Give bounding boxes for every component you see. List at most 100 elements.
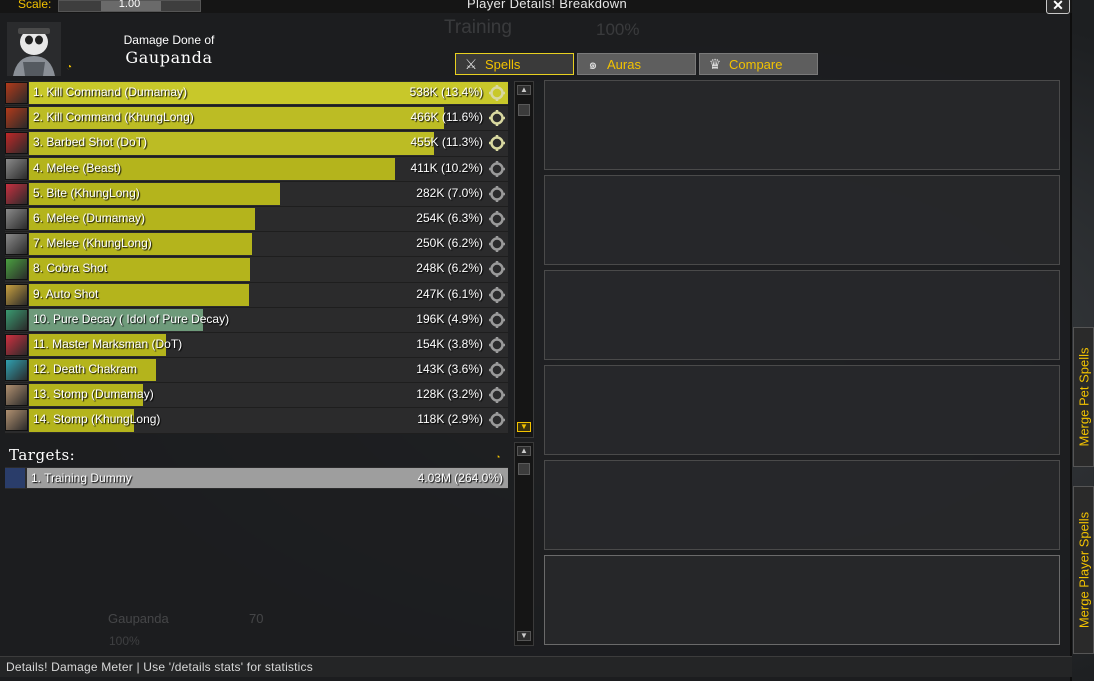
damage-caption: Damage Done of — [123, 33, 215, 47]
spell-name: 7. Melee (KhungLong) — [33, 236, 152, 251]
spell-options-gear-icon[interactable] — [488, 185, 506, 203]
crossed-swords-icon: ⚔ — [464, 56, 478, 72]
spell-row[interactable]: 11. Master Marksman (DoT) 154K (3.8%) — [5, 332, 508, 359]
targets-scroll-thumb[interactable] — [518, 463, 530, 475]
spell-row[interactable]: 4. Melee (Beast) 411K (10.2%) — [5, 156, 508, 182]
spell-row[interactable]: 7. Melee (KhungLong) 250K (6.2%) — [5, 232, 508, 258]
spell-row[interactable]: 9. Auto Shot 247K (6.1%) — [5, 282, 508, 308]
spell-options-gear-icon[interactable] — [488, 134, 506, 152]
tab-compare-label: Compare — [729, 56, 783, 72]
player-portrait — [7, 22, 61, 76]
target-dummy-icon — [5, 468, 25, 488]
pure-decay-icon — [5, 308, 28, 331]
spell-options-gear-icon[interactable] — [488, 386, 506, 404]
title-bar: Scale: 1.00 Player Details! Breakdown — [0, 0, 1072, 13]
spell-name: 13. Stomp (Dumamay) — [33, 387, 154, 402]
spell-options-gear-icon[interactable] — [488, 160, 506, 178]
tab-spells[interactable]: ⚔ Spells — [455, 53, 574, 75]
spell-name: 1. Kill Command (Dumamay) — [33, 85, 188, 99]
merge-player-spells-tab[interactable]: Merge Player Spells — [1073, 486, 1094, 654]
merge-pet-spells-tab[interactable]: Merge Pet Spells — [1073, 327, 1094, 467]
tab-auras[interactable]: ๑ Auras — [577, 53, 696, 75]
spell-list-scrollbar[interactable]: ▲ ▼ — [514, 81, 534, 438]
spell-amount: 455K (11.3%) — [410, 135, 484, 150]
background-training-pct: 100% — [596, 20, 640, 39]
spell-row[interactable]: 14. Stomp (KhungLong) 118K (2.9%) — [5, 408, 508, 434]
close-button[interactable]: ✕ — [1046, 0, 1070, 14]
sword-icon — [5, 233, 28, 256]
spell-detail-panel-2 — [544, 175, 1060, 265]
merge-player-spells-label: Merge Player Spells — [1076, 511, 1091, 629]
spell-options-gear-icon[interactable] — [488, 260, 506, 278]
targets-title: Targets: — [9, 446, 76, 464]
spell-row[interactable]: 13. Stomp (Dumamay) 128K (3.2%) — [5, 383, 508, 409]
spell-options-gear-icon[interactable] — [488, 311, 506, 329]
death-chakram-icon — [5, 359, 28, 382]
scroll-up-arrow[interactable]: ▲ — [517, 85, 531, 95]
master-marksman-icon — [5, 333, 28, 356]
spell-options-gear-icon[interactable] — [488, 235, 506, 253]
spell-options-gear-icon[interactable] — [488, 84, 506, 102]
background-unit-level: 70 — [249, 611, 264, 626]
kill-command-icon — [5, 107, 28, 130]
spell-row[interactable]: 12. Death Chakram 143K (3.6%) — [5, 358, 508, 384]
tab-compare[interactable]: ♛ Compare — [699, 53, 818, 75]
report-icon[interactable]: ◔ — [66, 62, 72, 73]
spell-amount: 411K (10.2%) — [410, 160, 484, 175]
spell-row[interactable]: 5. Bite (KhungLong) 282K (7.0%) — [5, 181, 508, 207]
spell-detail-panel-3 — [544, 270, 1060, 360]
crown-icon: ♛ — [708, 56, 722, 72]
bite-icon — [5, 182, 28, 205]
spell-amount: 282K (7.0%) — [416, 185, 483, 200]
barbed-shot-icon — [5, 132, 28, 155]
scroll-down-arrow[interactable]: ▼ — [517, 422, 531, 432]
spell-options-gear-icon[interactable] — [488, 361, 506, 379]
spell-list: 1. Kill Command (Dumamay) 538K (13.4%) 2. … — [5, 81, 508, 434]
spell-amount: 154K (3.8%) — [416, 336, 483, 351]
spell-options-gear-icon[interactable] — [488, 109, 506, 127]
spell-name: 12. Death Chakram — [33, 362, 138, 377]
spell-amount: 254K (6.3%) — [416, 210, 483, 225]
spell-row[interactable]: 3. Barbed Shot (DoT) 455K (11.3%) — [5, 131, 508, 157]
status-bar: Details! Damage Meter | Use '/details st… — [0, 656, 1072, 677]
tab-auras-label: Auras — [607, 56, 641, 72]
tab-spells-label: Spells — [485, 56, 521, 72]
spell-amount: 143K (3.6%) — [416, 362, 483, 377]
spell-name: 4. Melee (Beast) — [33, 160, 122, 175]
spell-options-gear-icon[interactable] — [488, 286, 506, 304]
kill-command-icon — [5, 82, 28, 104]
spell-row[interactable]: 10. Pure Decay ( Idol of Pure Decay) 196K… — [5, 307, 508, 333]
spell-row[interactable]: 6. Melee (Dumamay) 254K (6.3%) — [5, 206, 508, 233]
spell-amount: 196K (4.9%) — [416, 311, 483, 326]
breakdown-window: Training 100% Gaupanda 70 100% Scale: 1.… — [0, 0, 1072, 681]
spell-amount: 248K (6.2%) — [416, 261, 483, 276]
background-unit-hp: 100% — [109, 634, 140, 648]
spell-row[interactable]: 8. Cobra Shot 248K (6.2%) — [5, 257, 508, 283]
spell-detail-panel-5 — [544, 460, 1060, 550]
scroll-thumb[interactable] — [518, 104, 530, 116]
targets-scroll-down-arrow[interactable]: ▼ — [517, 631, 531, 641]
status-text: Details! Damage Meter | Use '/details st… — [6, 660, 313, 674]
spell-name: 6. Melee (Dumamay) — [33, 210, 146, 225]
spell-detail-panel-1 — [544, 80, 1060, 170]
spell-options-gear-icon[interactable] — [488, 210, 506, 228]
spell-amount: 466K (11.6%) — [410, 110, 484, 125]
spell-row[interactable]: 1. Kill Command (Dumamay) 538K (13.4%) — [5, 81, 508, 107]
target-row[interactable]: 1. Training Dummy 4.03M (264.0%) — [5, 467, 508, 489]
background-unit-name: Gaupanda — [108, 611, 169, 626]
spell-options-gear-icon[interactable] — [488, 336, 506, 354]
targets-scrollbar[interactable]: ▲ ▼ — [514, 442, 534, 646]
spell-options-gear-icon[interactable] — [488, 411, 506, 429]
spell-amount: 128K (3.2%) — [416, 387, 483, 402]
spell-amount: 118K (2.9%) — [417, 412, 483, 427]
targets-report-icon[interactable]: ◔ — [495, 452, 500, 462]
cobra-shot-icon — [5, 258, 28, 281]
spell-amount: 250K (6.2%) — [416, 236, 483, 251]
spell-amount: 538K (13.4%) — [409, 85, 483, 99]
spell-detail-panel-4 — [544, 365, 1060, 455]
spell-row[interactable]: 2. Kill Command (KhungLong) 466K (11.6%) — [5, 106, 508, 132]
spell-name: 10. Pure Decay ( Idol of Pure Decay) — [33, 311, 230, 326]
sword-icon — [5, 157, 28, 180]
targets-scroll-up-arrow[interactable]: ▲ — [517, 446, 531, 456]
stomp-icon — [5, 384, 28, 407]
